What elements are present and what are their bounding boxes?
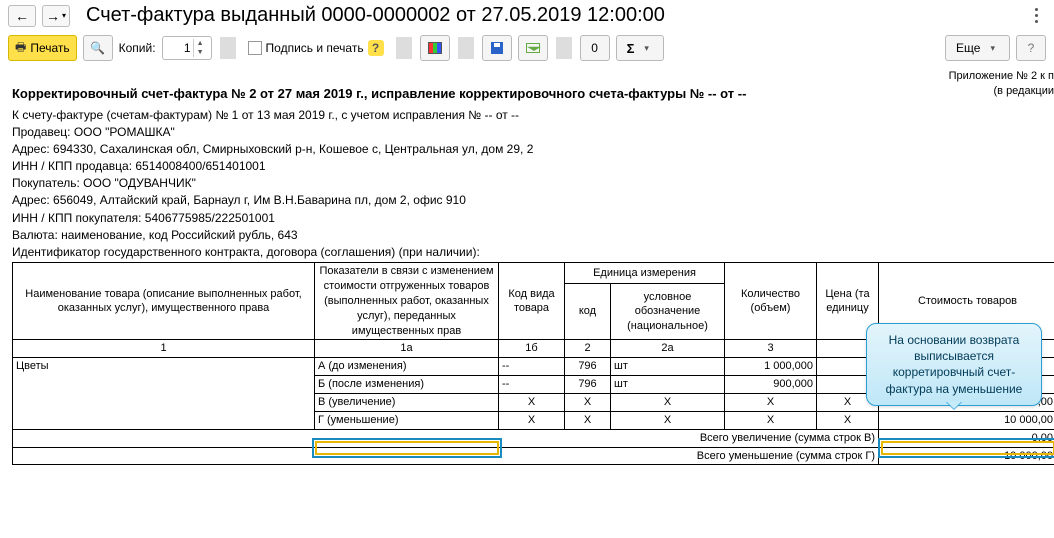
preview-button[interactable] [83,35,113,61]
zoom-icon [90,41,105,55]
help-button[interactable]: ? [1016,35,1046,61]
toolbar: Печать Копий: ▲ ▼ Подпись и печать ? Еще… [0,35,1054,67]
sigma-button[interactable] [616,35,664,61]
hdr-unit-name: условное обозначение (национальное) [611,284,725,340]
copies-down[interactable]: ▼ [193,48,207,57]
buyer: Покупатель: ООО "ОДУВАНЧИК" [12,175,1054,191]
forward-button[interactable]: → ▾ [42,5,70,27]
hdr-type-code: Код вида товара [499,263,565,340]
zero-icon [591,41,598,55]
document-viewport[interactable]: Приложение № 2 к п (в редакции Корректир… [8,67,1054,509]
hdr-name: Наименование товара (описание выполненны… [13,263,315,340]
currency: Валюта: наименование, код Российский руб… [12,227,1054,243]
mail-icon [526,43,540,53]
hdr-change: Показатели в связи с изменением стоимост… [315,263,499,340]
page-title: Счет-фактура выданный 0000-0000002 от 27… [86,4,665,27]
copies-input[interactable] [163,41,193,55]
forward-drop-icon: ▾ [62,11,66,20]
hdr-qty: Количество (объем) [725,263,817,340]
sign-print-label: Подпись и печать [266,41,364,55]
zero-button[interactable] [580,35,610,61]
seller-address: Адрес: 694330, Сахалинская обл, Смирныхо… [12,141,1054,157]
palette-icon [428,42,442,54]
buyer-inn: ИНН / КПП покупателя: 5406775985/2225010… [12,210,1054,226]
sigma-icon [627,41,635,56]
copies-label: Копий: [119,41,156,55]
callout-text: На основании возврата выписывается корре… [886,333,1023,396]
sign-print-checkbox[interactable] [248,41,262,55]
sign-print-help[interactable]: ? [368,40,384,56]
copies-spinner[interactable]: ▲ ▼ [162,36,212,60]
hdr-unit-code: код [565,284,611,340]
contract-id: Идентификатор государственного контракта… [12,244,1054,260]
printer-icon [15,38,26,59]
back-button[interactable]: ← [8,5,36,27]
save-button[interactable] [482,35,512,61]
kebab-menu[interactable] [1026,8,1046,23]
print-label: Печать [30,41,69,55]
appendix-note: Приложение № 2 к п (в редакции [949,69,1054,99]
more-button[interactable]: Еще [945,35,1010,61]
more-label: Еще [956,41,980,55]
forward-arrow-icon: → [46,8,60,24]
doc-heading: Корректировочный счет-фактура № 2 от 27 … [12,85,1054,103]
total-increase: Всего увеличение (сумма строк В) 0,00 [13,429,1054,447]
seller: Продавец: ООО "РОМАШКА" [12,124,1054,140]
seller-inn: ИНН / КПП продавца: 6514008400/651401001 [12,158,1054,174]
document: Приложение № 2 к п (в редакции Корректир… [8,67,1054,465]
save-icon [491,42,503,54]
hdr-unit: Единица измерения [565,263,725,284]
title-bar: ← → ▾ Счет-фактура выданный 0000-0000002… [0,0,1054,35]
palette-button[interactable] [420,35,450,61]
copies-up[interactable]: ▲ [193,39,207,48]
doc-ref: К счету-фактуре (счетам-фактурам) № 1 от… [12,107,1054,123]
print-button[interactable]: Печать [8,35,77,61]
item-name: Цветы [13,358,315,429]
total-decrease: Всего уменьшение (сумма строк Г) 10 000,… [13,447,1054,465]
sign-print-group[interactable]: Подпись и печать ? [244,35,388,61]
buyer-address: Адрес: 656049, Алтайский край, Барнаул г… [12,192,1054,208]
annotation-callout: На основании возврата выписывается корре… [866,323,1042,406]
mail-button[interactable] [518,35,548,61]
